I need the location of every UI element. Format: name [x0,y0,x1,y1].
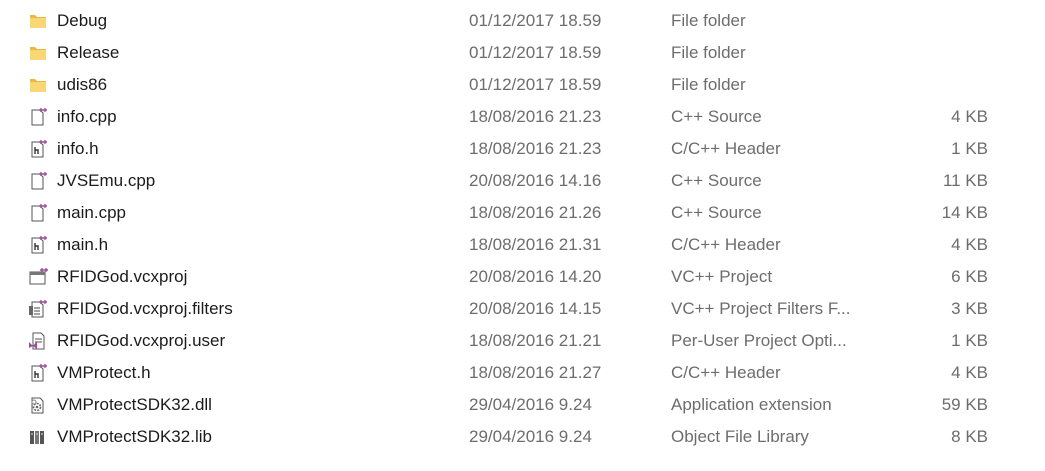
file-name: info.h [57,139,99,158]
file-size: 11 KB [942,171,988,190]
file-date-modified: 18/08/2016 21.21 [469,331,602,350]
file-row[interactable]: VMProtect.h 18/08/2016 21.27 C/C++ Heade… [0,357,1045,389]
file-row[interactable]: RFIDGod.vcxproj.filters 20/08/2016 14.15… [0,293,1045,325]
file-type: VC++ Project [671,267,773,286]
file-size: 59 KB [941,395,988,414]
file-name: VMProtectSDK32.dll [57,395,212,414]
file-row[interactable]: Release 01/12/2017 18.59 File folder [0,37,1045,69]
file-date-modified: 18/08/2016 21.23 [469,107,602,126]
file-type: Object File Library [671,427,809,446]
file-date-modified: 29/04/2016 9.24 [469,395,592,414]
folder-icon [28,75,48,95]
file-row[interactable]: VMProtectSDK32.dll 29/04/2016 9.24 Appli… [0,389,1045,421]
file-date-modified: 18/08/2016 21.23 [469,139,602,158]
file-row[interactable]: info.h 18/08/2016 21.23 C/C++ Header 1 K… [0,133,1045,165]
file-name: udis86 [57,75,108,94]
file-name: VMProtect.h [57,363,151,382]
file-size: 1 KB [951,331,988,350]
vcxproj-icon [28,267,48,287]
file-size: 3 KB [951,299,988,318]
file-name: main.h [57,235,109,254]
file-row[interactable]: main.h 18/08/2016 21.31 C/C++ Header 4 K… [0,229,1045,261]
file-name: VMProtectSDK32.lib [57,427,212,446]
file-type: C/C++ Header [671,363,781,382]
file-type: C++ Source [671,171,762,190]
file-row[interactable]: udis86 01/12/2017 18.59 File folder [0,69,1045,101]
file-size: 4 KB [951,107,988,126]
file-row[interactable]: RFIDGod.vcxproj 20/08/2016 14.20 VC++ Pr… [0,261,1045,293]
lib-books-icon [28,427,48,447]
file-row[interactable]: VMProtectSDK32.lib 29/04/2016 9.24 Objec… [0,421,1045,453]
folder-icon [28,43,48,63]
file-size: 4 KB [951,235,988,254]
file-row[interactable]: RFIDGod.vcxproj.user 18/08/2016 21.21 Pe… [0,325,1045,357]
file-date-modified: 18/08/2016 21.27 [469,363,602,382]
file-type: File folder [671,43,746,62]
vcxproj-filters-icon [28,299,48,319]
file-list: Debug 01/12/2017 18.59 File folder Relea… [0,0,1045,471]
file-date-modified: 18/08/2016 21.31 [469,235,602,254]
file-type: Application extension [671,395,832,414]
file-size: 1 KB [951,139,988,158]
file-name: Release [57,43,120,62]
file-type: C/C++ Header [671,139,781,158]
file-name: RFIDGod.vcxproj.filters [57,299,233,318]
file-size: 6 KB [951,267,988,286]
file-row[interactable]: info.cpp 18/08/2016 21.23 C++ Source 4 K… [0,101,1045,133]
file-date-modified: 01/12/2017 18.59 [469,75,602,94]
file-date-modified: 18/08/2016 21.26 [469,203,602,222]
file-date-modified: 20/08/2016 14.20 [469,267,602,286]
file-size: 8 KB [951,427,988,446]
file-name: JVSEmu.cpp [57,171,156,190]
file-name: Debug [57,11,108,30]
file-type: VC++ Project Filters F... [671,299,851,318]
file-date-modified: 29/04/2016 9.24 [469,427,592,446]
file-type: C++ Source [671,203,762,222]
file-type: File folder [671,11,746,30]
file-date-modified: 01/12/2017 18.59 [469,43,602,62]
file-date-modified: 01/12/2017 18.59 [469,11,602,30]
file-row[interactable]: JVSEmu.cpp 20/08/2016 14.16 C++ Source 1… [0,165,1045,197]
cpp-header-icon [28,235,48,255]
folder-icon [28,11,48,31]
file-name: info.cpp [57,107,117,126]
cpp-source-icon [28,107,48,127]
file-type: File folder [671,75,746,94]
file-date-modified: 20/08/2016 14.16 [469,171,602,190]
file-date-modified: 20/08/2016 14.15 [469,299,602,318]
file-size: 14 KB [941,203,988,222]
file-name: RFIDGod.vcxproj [57,267,188,286]
file-row[interactable]: Debug 01/12/2017 18.59 File folder [0,5,1045,37]
cpp-source-icon [28,171,48,191]
file-name: main.cpp [57,203,126,222]
file-type: C++ Source [671,107,762,126]
file-type: C/C++ Header [671,235,781,254]
file-name: RFIDGod.vcxproj.user [57,331,226,350]
cpp-source-icon [28,203,48,223]
cpp-header-icon [28,363,48,383]
vcxproj-user-icon [28,331,48,351]
cpp-header-icon [28,139,48,159]
file-type: Per-User Project Opti... [671,331,847,350]
file-row[interactable]: main.cpp 18/08/2016 21.26 C++ Source 14 … [0,197,1045,229]
dll-gear-icon [28,395,48,415]
file-size: 4 KB [951,363,988,382]
